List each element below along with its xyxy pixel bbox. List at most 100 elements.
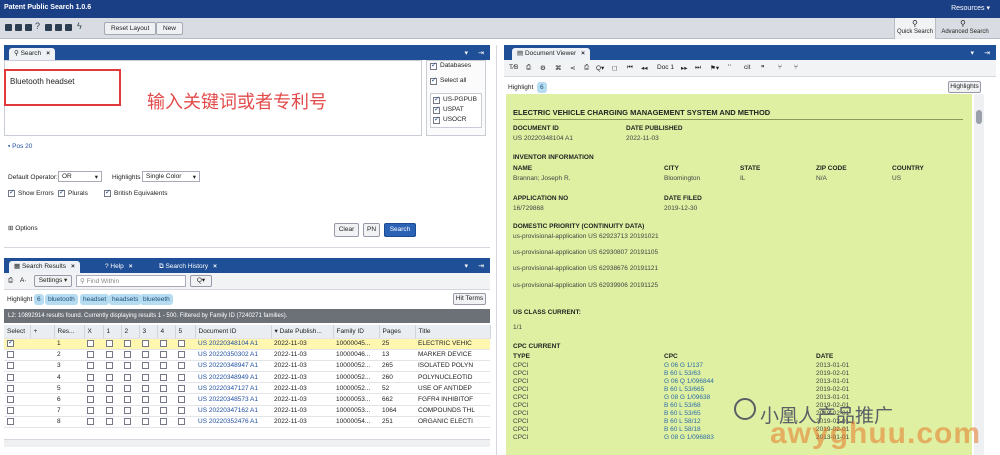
table-row[interactable]: 4 US 20220348949 A1 2022-11-03 10000052.… [4, 371, 490, 384]
tab-document-viewer[interactable]: ▤ Document Viewer × [512, 48, 590, 60]
tile-icon[interactable] [65, 24, 72, 31]
default-operator-select[interactable]: OR ▾ [58, 171, 102, 182]
column-header[interactable]: X [84, 325, 104, 339]
row-select-checkbox[interactable] [7, 384, 14, 392]
panel-maximize-icon[interactable]: ⇥ [478, 49, 484, 57]
close-icon[interactable]: × [129, 263, 133, 270]
highlights-button[interactable]: Highlights [948, 81, 981, 93]
table-row[interactable]: 1 US 20220348104 A1 2022-11-03 10000045.… [4, 338, 490, 350]
row-checkbox[interactable] [87, 339, 94, 347]
highlight-chip[interactable]: blueteeth [140, 294, 173, 305]
cpc-code-link[interactable]: G 08 G 1/09638 [664, 394, 710, 401]
last-page-icon[interactable]: ⏭ [695, 64, 701, 72]
database-checkbox[interactable] [433, 115, 440, 124]
row-select-checkbox[interactable] [7, 418, 14, 426]
row-select-checkbox[interactable] [7, 395, 14, 403]
column-header[interactable]: 1 [103, 325, 122, 339]
row-checkbox[interactable] [160, 418, 167, 426]
row-checkbox[interactable] [106, 373, 113, 381]
column-header[interactable]: Pages [379, 325, 416, 339]
row-checkbox[interactable] [160, 339, 167, 347]
text-size-icon[interactable]: T⁄B [509, 64, 518, 71]
row-select-checkbox[interactable] [7, 351, 14, 359]
show-errors-checkbox[interactable] [8, 188, 15, 197]
row-checkbox[interactable] [87, 373, 94, 381]
table-row[interactable]: 5 US 20220347127 A1 2022-11-03 10000052.… [4, 382, 490, 395]
cpc-code-link[interactable]: G 06 Q 1/096844 [664, 378, 714, 385]
column-header[interactable]: Title [415, 325, 491, 339]
doc-highlight-count-chip[interactable]: 6 [537, 82, 547, 93]
row-checkbox[interactable] [106, 395, 113, 403]
lightning-icon[interactable]: ϟ [77, 21, 84, 31]
print-icon[interactable]: ⎙ [584, 64, 589, 72]
close-icon[interactable]: × [46, 50, 50, 57]
row-checkbox[interactable] [87, 407, 94, 415]
british-checkbox[interactable] [104, 188, 111, 197]
row-checkbox[interactable] [142, 351, 149, 359]
highlight-chip[interactable]: bluetooth [45, 294, 78, 305]
cpc-code-link[interactable]: B 60 L 58/12 [664, 418, 701, 425]
row-checkbox[interactable] [124, 384, 131, 392]
gear-icon[interactable]: ⚙ [540, 64, 546, 72]
row-checkbox[interactable] [160, 362, 167, 370]
row-select-checkbox[interactable] [7, 373, 14, 381]
select-icon[interactable]: ◻ [612, 64, 617, 72]
cpc-code-link[interactable]: B 60 L 53/65 [664, 410, 701, 417]
panel-menu-icon[interactable]: ▾ [970, 49, 974, 57]
table-row[interactable]: 3 US 20220348947 A1 2022-11-03 10000052.… [4, 360, 490, 373]
row-checkbox[interactable] [106, 339, 113, 347]
pos-filter[interactable]: ▪ Pos 20 [8, 143, 32, 150]
doc-vertical-scrollbar[interactable] [974, 94, 984, 455]
find-within-input[interactable]: ⚲ Find Within [76, 275, 186, 287]
database-checkbox[interactable] [433, 105, 440, 114]
row-checkbox[interactable] [160, 373, 167, 381]
zoom-icon[interactable]: Q▾ [596, 64, 604, 72]
horizontal-splitter[interactable] [4, 247, 490, 251]
select-all-checkbox[interactable] [430, 76, 437, 85]
panel-maximize-icon[interactable]: ⇥ [478, 262, 484, 270]
row-checkbox[interactable] [106, 418, 113, 426]
plurals-checkbox[interactable] [58, 188, 65, 197]
document-id-link[interactable]: US 20220347127 A1 [195, 382, 271, 395]
column-header[interactable]: 3 [139, 325, 158, 339]
row-select-checkbox[interactable] [7, 362, 14, 370]
column-header[interactable]: ▾ Date Publish... [271, 325, 334, 339]
row-checkbox[interactable] [178, 407, 185, 415]
reset-layout-button[interactable]: Reset Layout [104, 22, 157, 35]
row-checkbox[interactable] [124, 373, 131, 381]
column-header[interactable]: Res... [54, 325, 85, 339]
row-checkbox[interactable] [160, 407, 167, 415]
advanced-search-button[interactable]: ⚲ Advanced Search [938, 18, 992, 39]
row-select-checkbox[interactable] [7, 338, 14, 347]
citation-icon[interactable]: cit [744, 64, 751, 71]
row-checkbox[interactable] [160, 351, 167, 359]
row-checkbox[interactable] [178, 362, 185, 370]
previous-icon[interactable]: ◂◂ [641, 64, 648, 72]
pn-button[interactable]: PN [363, 223, 380, 237]
cpc-code-link[interactable]: B 60 L 53/68 [664, 402, 701, 409]
column-header[interactable]: Select [4, 325, 31, 339]
row-checkbox[interactable] [124, 351, 131, 359]
row-checkbox[interactable] [160, 395, 167, 403]
document-id-link[interactable]: US 20220347162 A1 [195, 405, 271, 417]
column-header[interactable]: 2 [121, 325, 140, 339]
row-checkbox[interactable] [124, 339, 131, 347]
row-select-checkbox[interactable] [7, 407, 14, 415]
grid-icon[interactable] [5, 24, 12, 31]
database-checkbox[interactable] [433, 95, 440, 104]
document-id-link[interactable]: US 20220348104 A1 [195, 338, 271, 350]
font-size-icon[interactable]: A· [20, 277, 27, 284]
cpc-code-link[interactable]: B 60 L 58/18 [664, 426, 701, 433]
list-icon[interactable] [45, 24, 52, 31]
row-checkbox[interactable] [106, 362, 113, 370]
bold-quote-icon[interactable]: ❞ [761, 64, 765, 72]
first-page-icon[interactable]: ⏮ [627, 64, 633, 72]
tab-help[interactable]: ? Help × [100, 261, 138, 273]
tree-icon[interactable]: ⑂ [778, 64, 782, 71]
panel-maximize-icon[interactable]: ⇥ [984, 49, 990, 57]
table-row[interactable]: 7 US 20220347162 A1 2022-11-03 10000053.… [4, 405, 490, 417]
search-button[interactable]: Search [384, 223, 416, 237]
row-checkbox[interactable] [124, 362, 131, 370]
row-checkbox[interactable] [142, 407, 149, 415]
column-header[interactable]: 4 [157, 325, 176, 339]
